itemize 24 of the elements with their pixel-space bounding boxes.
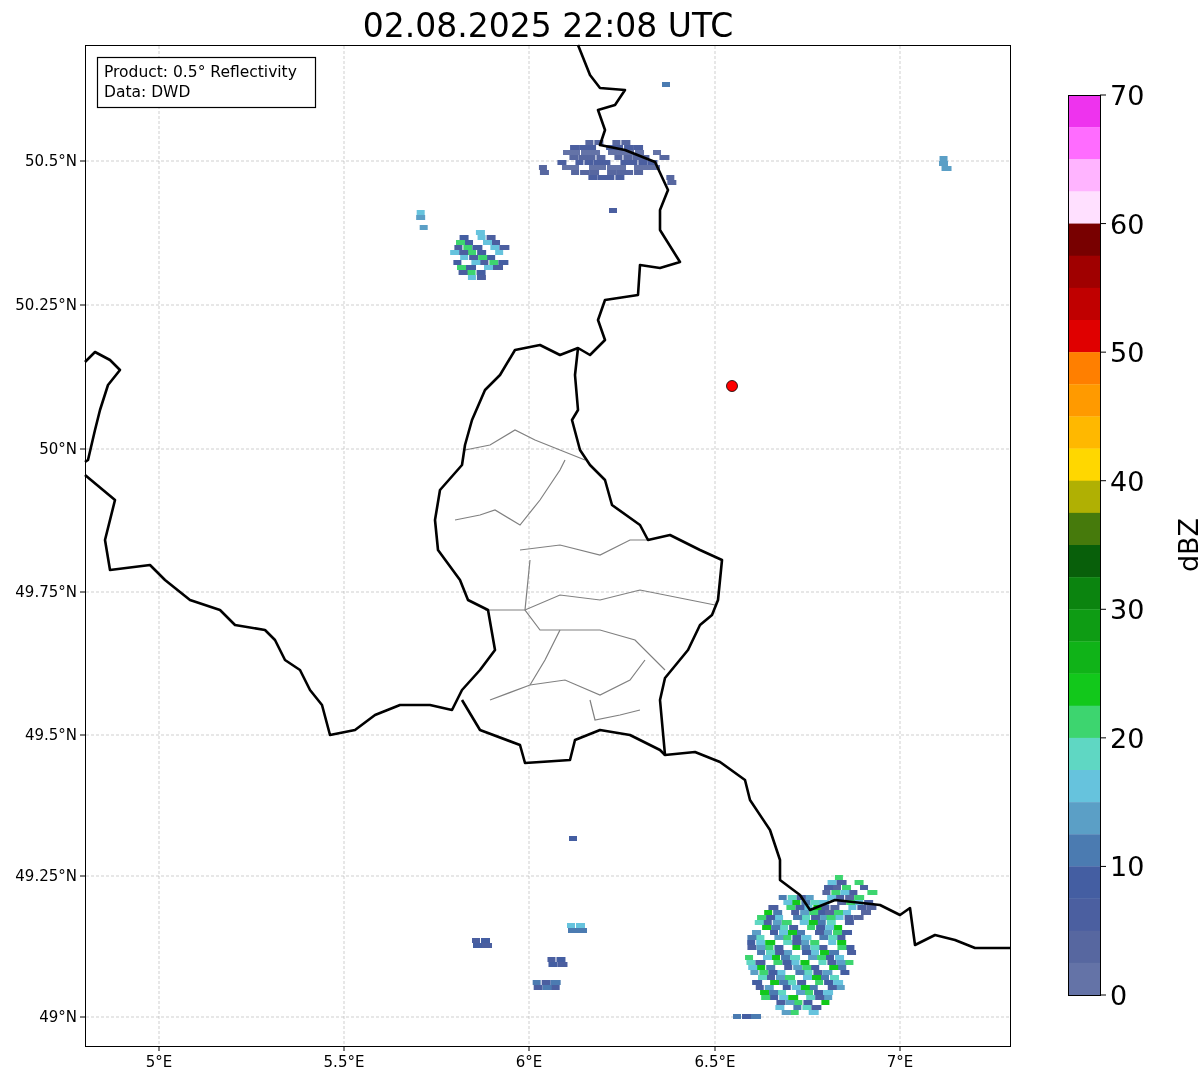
colorbar-tick-label: 60 bbox=[1110, 208, 1145, 240]
colorbar-tick-label: 20 bbox=[1110, 722, 1145, 754]
chart-title: 02.08.2025 22:08 UTC bbox=[362, 6, 734, 45]
longitude-label: 6°E bbox=[515, 1053, 543, 1071]
longitude-label: 5°E bbox=[145, 1053, 173, 1071]
colorbar-tick-label: 10 bbox=[1110, 851, 1145, 883]
info-text: Data: DWD bbox=[104, 83, 191, 101]
colorbar-label: dBZ bbox=[1172, 517, 1202, 573]
latitude-label: 50.25°N bbox=[15, 296, 77, 314]
latitude-label: 49°N bbox=[39, 1008, 77, 1026]
latitude-label: 49.75°N bbox=[15, 583, 77, 601]
info-text: Product: 0.5° Reflectivity bbox=[104, 63, 297, 81]
longitude-label: 5.5°E bbox=[323, 1053, 365, 1071]
colorbar-tick-label: 30 bbox=[1110, 594, 1145, 626]
longitude-label: 7°E bbox=[886, 1053, 914, 1071]
latitude-label: 50°N bbox=[39, 440, 77, 458]
colorbar-tick-label: 50 bbox=[1110, 337, 1145, 369]
longitude-label: 6.5°E bbox=[694, 1053, 736, 1071]
latitude-label: 50.5°N bbox=[24, 152, 77, 170]
colorbar-tick-label: 70 bbox=[1110, 80, 1145, 111]
latitude-label: 49.25°N bbox=[15, 867, 77, 885]
colorbar-tick-label: 40 bbox=[1110, 465, 1145, 497]
colorbar-tick-label: 0 bbox=[1110, 980, 1128, 1011]
latitude-label: 49.5°N bbox=[24, 726, 77, 744]
